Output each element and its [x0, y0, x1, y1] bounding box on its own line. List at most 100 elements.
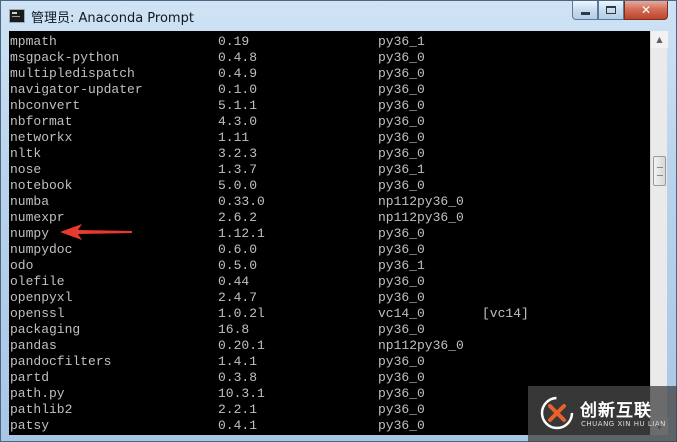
package-name: nbconvert [10, 98, 81, 113]
console-line: nltk 3.2.3 py36_0 [9, 146, 650, 162]
package-version: 5.1.1 [218, 98, 258, 113]
package-version: 3.2.3 [218, 146, 258, 161]
package-build: py36_0 [378, 130, 425, 145]
package-version: 0.1.0 [218, 82, 258, 97]
package-name: notebook [10, 178, 73, 193]
console-line: partd 0.3.8 py36_0 [9, 370, 650, 386]
package-version: 0.5.0 [218, 258, 258, 273]
package-name: nltk [10, 146, 42, 161]
close-button[interactable]: ✕ [624, 1, 668, 20]
console-line: pandas 0.20.1 np112py36_0 [9, 338, 650, 354]
package-name: pandas [10, 338, 57, 353]
package-version: 1.3.7 [218, 162, 258, 177]
package-build: py36_1 [378, 258, 425, 273]
scrollbar-thumb[interactable] [653, 156, 666, 186]
package-build: py36_0 [378, 322, 425, 337]
package-name: navigator-updater [10, 82, 143, 97]
package-name: odo [10, 258, 34, 273]
console-app-icon[interactable] [9, 9, 25, 23]
maximize-icon [606, 6, 616, 14]
package-version: 2.4.7 [218, 290, 258, 305]
package-build: py36_0 [378, 178, 425, 193]
scroll-up-button[interactable]: ▲ [651, 31, 668, 48]
package-name: numpy [10, 226, 50, 241]
package-name: numpydoc [10, 242, 73, 257]
console-line: nbconvert 5.1.1 py36_0 [9, 98, 650, 114]
package-name: packaging [10, 322, 81, 337]
package-version: 10.3.1 [218, 386, 265, 401]
package-build: py36_0 [378, 290, 425, 305]
package-name: nose [10, 162, 42, 177]
console-line: multipledispatch 0.4.9 py36_0 [9, 66, 650, 82]
package-name: multipledispatch [10, 66, 135, 81]
close-icon: ✕ [640, 3, 652, 17]
vertical-scrollbar[interactable]: ▲ ▼ [650, 31, 668, 435]
window-title: 管理员: Anaconda Prompt [31, 11, 194, 26]
package-build: np112py36_0 [378, 210, 464, 225]
package-build: np112py36_0 [378, 194, 464, 209]
console-line: msgpack-python 0.4.8 py36_0 [9, 50, 650, 66]
package-version: 4.3.0 [218, 114, 258, 129]
package-build: py36_0 [378, 370, 425, 385]
package-name: numba [10, 194, 50, 209]
package-build: py36_0 [378, 66, 425, 81]
console-line: navigator-updater 0.1.0 py36_0 [9, 82, 650, 98]
title-bar[interactable]: 管理员: Anaconda Prompt ✕ [1, 1, 676, 31]
console-line: packaging 16.8 py36_0 [9, 322, 650, 338]
package-name: partd [10, 370, 50, 385]
package-version: 2.2.1 [218, 402, 258, 417]
console-line: numpydoc 0.6.0 py36_0 [9, 242, 650, 258]
package-name: numexpr [10, 210, 65, 225]
package-build: py36_0 [378, 82, 425, 97]
package-build: py36_0 [378, 418, 425, 433]
package-version: 0.6.0 [218, 242, 258, 257]
package-build: py36_0 [378, 242, 425, 257]
brand-logo-icon [540, 396, 574, 430]
package-build: vc14_0 [378, 306, 425, 321]
watermark: 创新互联 CHUANG XIN HU LIAN [528, 386, 677, 442]
console-line: openpyxl 2.4.7 py36_0 [9, 290, 650, 306]
package-build: py36_0 [378, 146, 425, 161]
package-features: [vc14] [482, 306, 529, 321]
anaconda-prompt-window: 管理员: Anaconda Prompt ✕ mpmath 0.19 py36_1 m… [0, 0, 677, 442]
package-version: 16.8 [218, 322, 250, 337]
maximize-button[interactable] [598, 1, 624, 20]
package-name: networkx [10, 130, 73, 145]
console-line: nbformat 4.3.0 py36_0 [9, 114, 650, 130]
package-build: py36_0 [378, 402, 425, 417]
package-build: py36_1 [378, 162, 425, 177]
red-arrow-icon [60, 224, 132, 240]
package-build: py36_0 [378, 114, 425, 129]
package-version: 1.4.1 [218, 354, 258, 369]
package-version: 1.0.2l [218, 306, 265, 321]
package-version: 0.44 [218, 274, 250, 289]
package-version: 0.20.1 [218, 338, 265, 353]
package-name: path.py [10, 386, 65, 401]
package-name: olefile [10, 274, 65, 289]
package-version: 0.4.1 [218, 418, 258, 433]
minimize-icon [580, 11, 590, 15]
package-build: py36_0 [378, 98, 425, 113]
package-version: 2.6.2 [218, 210, 258, 225]
console-line: mpmath 0.19 py36_1 [9, 34, 650, 50]
package-name: patsy [10, 418, 50, 433]
console-line: odo 0.5.0 py36_1 [9, 258, 650, 274]
package-name: pathlib2 [10, 402, 73, 417]
console-line: nose 1.3.7 py36_1 [9, 162, 650, 178]
console-line: pandocfilters 1.4.1 py36_0 [9, 354, 650, 370]
watermark-brand-cn: 创新互联 [580, 401, 652, 421]
package-version: 0.33.0 [218, 194, 265, 209]
caption-buttons: ✕ [572, 1, 668, 21]
package-name: pandocfilters [10, 354, 112, 369]
package-version: 0.4.8 [218, 50, 258, 65]
package-build: py36_0 [378, 354, 425, 369]
package-name: msgpack-python [10, 50, 120, 65]
package-version: 0.3.8 [218, 370, 258, 385]
package-build: py36_0 [378, 386, 425, 401]
console-line: notebook 5.0.0 py36_0 [9, 178, 650, 194]
minimize-button[interactable] [572, 1, 598, 20]
package-version: 5.0.0 [218, 178, 258, 193]
package-build: py36_0 [378, 50, 425, 65]
console-line: olefile 0.44 py36_0 [9, 274, 650, 290]
package-build: py36_0 [378, 274, 425, 289]
